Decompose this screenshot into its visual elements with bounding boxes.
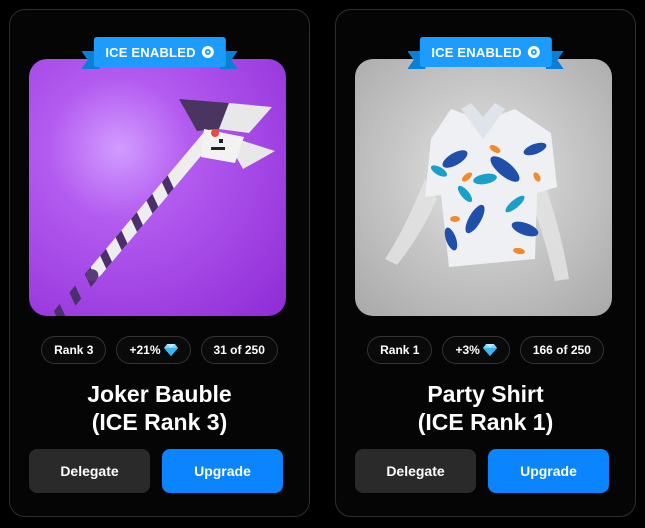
ice-icon bbox=[201, 46, 214, 58]
rank-pill: Rank 3 bbox=[41, 336, 107, 364]
item-image[interactable] bbox=[355, 59, 612, 316]
item-title: Joker Bauble (ICE Rank 3) bbox=[10, 380, 309, 436]
bonus-pill: +3% bbox=[442, 336, 510, 364]
bonus-pill: +21% bbox=[116, 336, 191, 364]
supply-pill: 31 of 250 bbox=[200, 336, 278, 364]
bonus-value: +3% bbox=[455, 343, 480, 357]
item-card-party-shirt: ICE ENABLED Rank 1 +3% 166 of 250 Party … bbox=[335, 9, 636, 517]
bonus-value: +21% bbox=[129, 343, 161, 357]
delegate-button[interactable]: Delegate bbox=[29, 449, 150, 493]
stats-row: Rank 3 +21% 31 of 250 bbox=[10, 336, 309, 364]
stats-row: Rank 1 +3% 166 of 250 bbox=[336, 336, 635, 364]
rank-pill: Rank 1 bbox=[367, 336, 433, 364]
delegate-button[interactable]: Delegate bbox=[355, 449, 476, 493]
item-card-joker-bauble: ICE ENABLED Rank 3 +21% 31 of 250 Joker … bbox=[9, 9, 310, 517]
item-rank-label: (ICE Rank 1) bbox=[417, 409, 554, 435]
diamond-icon bbox=[482, 344, 497, 356]
item-name: Party Shirt bbox=[427, 381, 544, 407]
ice-enabled-badge: ICE ENABLED bbox=[81, 36, 238, 69]
party-shirt-image bbox=[385, 103, 569, 281]
wearables-grid: ICE ENABLED Rank 3 +21% 31 of 250 Joker … bbox=[0, 0, 645, 528]
badge-label: ICE ENABLED bbox=[105, 44, 196, 60]
diamond-icon bbox=[163, 344, 178, 356]
item-rank-label: (ICE Rank 3) bbox=[91, 409, 228, 435]
ice-icon bbox=[527, 46, 540, 58]
item-image[interactable] bbox=[29, 59, 286, 316]
item-name: Joker Bauble bbox=[87, 381, 232, 407]
joker-bauble-image bbox=[53, 99, 275, 316]
supply-pill: 166 of 250 bbox=[519, 336, 604, 364]
ice-enabled-badge: ICE ENABLED bbox=[407, 36, 564, 69]
upgrade-button[interactable]: Upgrade bbox=[488, 449, 609, 493]
item-title: Party Shirt (ICE Rank 1) bbox=[336, 380, 635, 436]
badge-label: ICE ENABLED bbox=[431, 44, 522, 60]
upgrade-button[interactable]: Upgrade bbox=[162, 449, 283, 493]
